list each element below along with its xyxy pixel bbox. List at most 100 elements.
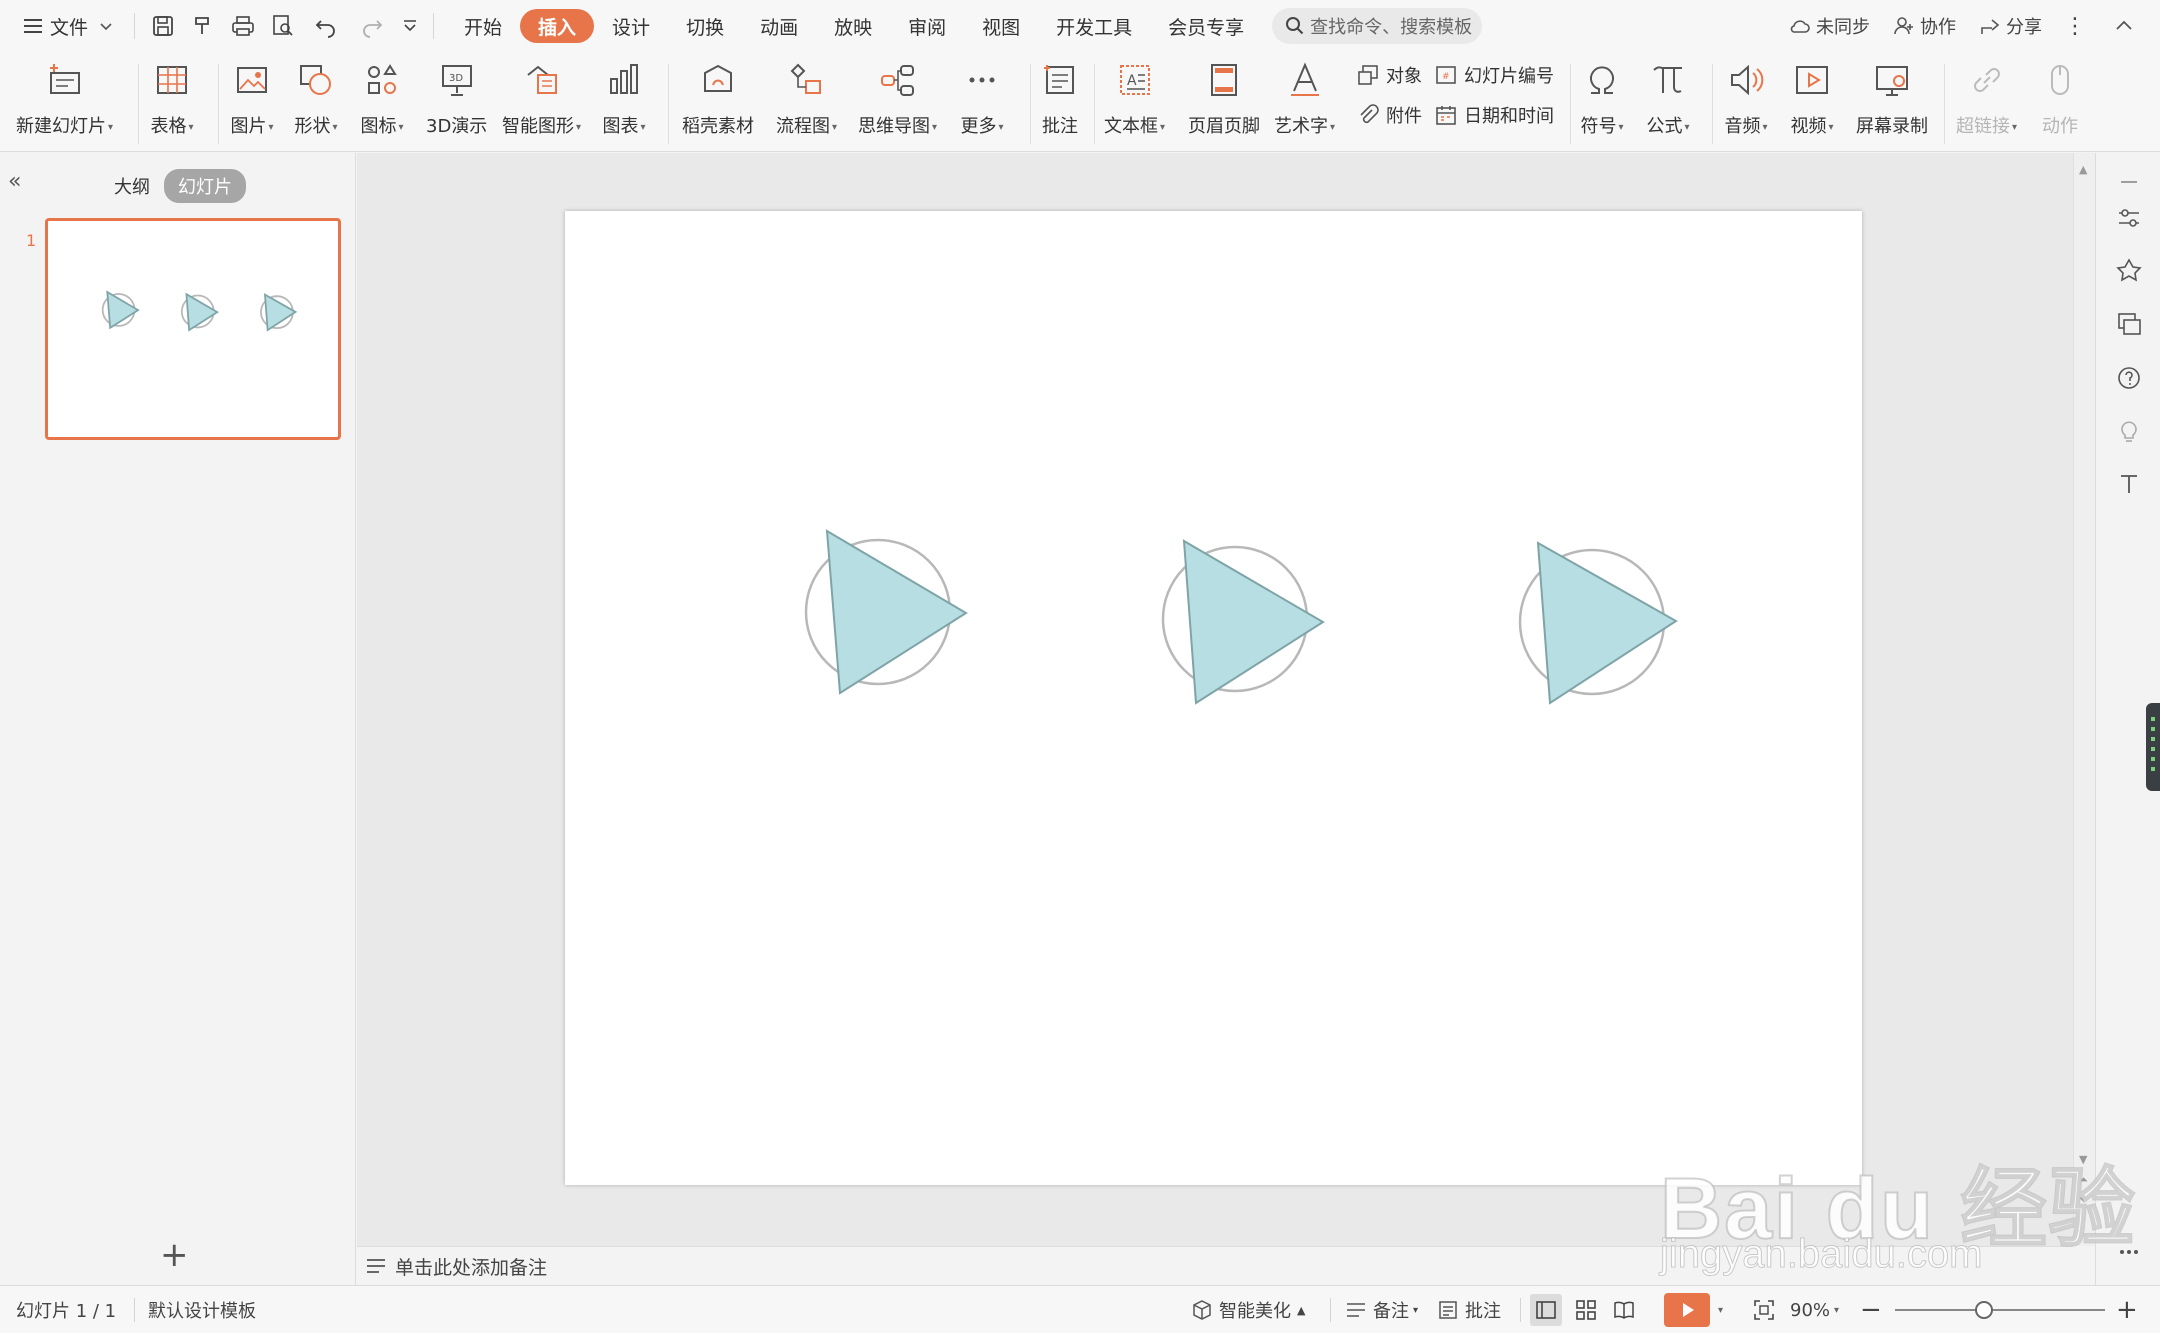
- triangle-shape[interactable]: [825, 529, 968, 695]
- cube-icon: [1193, 1300, 1211, 1320]
- print-preview-icon[interactable]: [263, 6, 303, 46]
- paperclip-icon: [1360, 104, 1379, 124]
- attachment-button[interactable]: 附件: [1356, 102, 1422, 128]
- undo-icon[interactable]: [303, 6, 349, 46]
- zoom-slider-handle[interactable]: [1975, 1301, 1993, 1319]
- pin-icon[interactable]: [2114, 256, 2144, 286]
- print-icon[interactable]: [223, 6, 263, 46]
- search-input[interactable]: 查找命令、搜索模板: [1272, 8, 1483, 44]
- smart-graphic-label: 智能图形: [502, 116, 574, 137]
- more-button[interactable]: 更多 ▾: [960, 58, 1004, 138]
- triangle-shape[interactable]: [1536, 541, 1678, 705]
- tab-outline[interactable]: 大纲: [100, 169, 164, 203]
- date-time-button[interactable]: 日期和时间: [1434, 102, 1554, 128]
- header-footer-button[interactable]: 页眉页脚: [1188, 58, 1260, 138]
- normal-view-button[interactable]: [1530, 1286, 1562, 1333]
- collab-button[interactable]: 协作: [1892, 13, 1956, 39]
- chart-button[interactable]: 图表 ▾: [602, 58, 646, 138]
- comment-button[interactable]: 批注: [1038, 58, 1082, 138]
- object-button[interactable]: 对象: [1356, 62, 1422, 88]
- daoke-button[interactable]: 稻壳素材: [682, 58, 754, 138]
- flowchart-button[interactable]: 流程图 ▾: [776, 58, 837, 138]
- zoom-out-button[interactable]: −: [1860, 1286, 1882, 1333]
- hyperlink-button[interactable]: 超链接 ▾: [1956, 58, 2017, 138]
- user-icon: [1894, 17, 1913, 35]
- slide-thumbnail-preview: [101, 290, 298, 332]
- tab-member[interactable]: 会员专享: [1150, 9, 1262, 43]
- file-menu[interactable]: 文件: [10, 6, 126, 46]
- formula-button[interactable]: 公式 ▾: [1646, 58, 1690, 138]
- notes-toggle-button[interactable]: 备注 ▾: [1344, 1286, 1418, 1333]
- action-button[interactable]: 动作: [2038, 58, 2082, 138]
- play-slideshow-button[interactable]: ▾: [1664, 1286, 1723, 1333]
- tab-review[interactable]: 审阅: [890, 9, 964, 43]
- tab-transition[interactable]: 切换: [668, 9, 742, 43]
- wordart-button[interactable]: 艺术字 ▾: [1274, 58, 1335, 138]
- tab-developer[interactable]: 开发工具: [1038, 9, 1150, 43]
- share-button[interactable]: 分享: [1978, 13, 2042, 39]
- shape-group-3[interactable]: [1518, 541, 1678, 705]
- sync-status[interactable]: 未同步: [1788, 13, 1870, 39]
- zoom-in-button[interactable]: +: [2116, 1286, 2138, 1333]
- shape-group-2[interactable]: [1161, 539, 1325, 705]
- 3d-demo-button[interactable]: 3D 3D演示: [426, 58, 487, 138]
- redo-icon[interactable]: [349, 6, 395, 46]
- table-button[interactable]: 表格 ▾: [150, 58, 194, 138]
- symbol-button[interactable]: 符号 ▾: [1580, 58, 1624, 138]
- zoom-level-dropdown[interactable]: 90% ▾: [1790, 1286, 1839, 1333]
- new-slide-button[interactable]: 新建幻灯片 ▾: [16, 58, 113, 138]
- side-collapse-tab[interactable]: [2146, 703, 2160, 791]
- comments-toggle-button[interactable]: 批注: [1436, 1286, 1501, 1333]
- slide-transform-icon[interactable]: [2114, 309, 2144, 339]
- triangle-shape[interactable]: [1182, 539, 1325, 705]
- wordart-label: 艺术字: [1274, 116, 1328, 137]
- property-icon[interactable]: [2114, 203, 2144, 233]
- watermark-url: jingyan.baidu.com: [1659, 1232, 1983, 1277]
- divider: [1330, 1298, 1331, 1322]
- picture-label: 图片: [230, 116, 267, 137]
- collapse-icon[interactable]: [2114, 167, 2144, 197]
- tab-home[interactable]: 开始: [446, 9, 520, 43]
- tab-slideshow[interactable]: 放映: [816, 9, 890, 43]
- shape-button[interactable]: 形状 ▾: [294, 58, 338, 138]
- template-name[interactable]: 默认设计模板: [148, 1286, 256, 1333]
- divider: [1520, 1298, 1521, 1322]
- tab-insert[interactable]: 插入: [520, 9, 595, 43]
- collapse-panel-icon[interactable]: «: [8, 169, 21, 194]
- tab-design[interactable]: 设计: [594, 9, 668, 43]
- scroll-up-icon[interactable]: ▲: [2079, 163, 2087, 176]
- reading-view-button[interactable]: [1612, 1286, 1641, 1333]
- slide-canvas[interactable]: [565, 211, 1862, 1185]
- smart-graphic-button[interactable]: 智能图形 ▾: [502, 58, 581, 138]
- tab-view[interactable]: 视图: [964, 9, 1038, 43]
- tab-slides[interactable]: 幻灯片: [164, 169, 246, 203]
- screen-record-button[interactable]: 屏幕录制: [1856, 58, 1928, 138]
- add-slide-button[interactable]: +: [160, 1238, 189, 1272]
- tab-animation[interactable]: 动画: [742, 9, 816, 43]
- ribbon-insert: 新建幻灯片 ▾ 表格 ▾ 图片 ▾ 形状 ▾ 图标 ▾ 3D 3D演示 智能图形 ▾ 图表 ▾…: [0, 52, 2160, 152]
- quick-access-dropdown-icon[interactable]: [395, 6, 425, 46]
- collapse-ribbon-icon[interactable]: [2112, 14, 2140, 38]
- lightbulb-icon[interactable]: [2114, 415, 2144, 445]
- shape-group-1[interactable]: [804, 529, 968, 695]
- audio-button[interactable]: 音频 ▾: [1724, 58, 1768, 138]
- zoom-slider-track[interactable]: [1895, 1309, 2105, 1311]
- text-style-icon[interactable]: [2114, 469, 2144, 499]
- icon-button[interactable]: 图标 ▾: [360, 58, 404, 138]
- more-options-icon[interactable]: ⋮: [2064, 14, 2086, 39]
- slide-thumbnail[interactable]: [45, 218, 341, 440]
- slide-number-button[interactable]: # 幻灯片编号: [1434, 62, 1554, 88]
- fit-window-button[interactable]: [1752, 1286, 1781, 1333]
- help-icon[interactable]: [2114, 363, 2144, 393]
- save-icon[interactable]: [143, 6, 183, 46]
- slide-sorter-button[interactable]: [1574, 1286, 1603, 1333]
- mindmap-button[interactable]: 思维导图 ▾: [858, 58, 937, 138]
- format-painter-icon[interactable]: [183, 6, 223, 46]
- video-button[interactable]: 视频 ▾: [1790, 58, 1834, 138]
- smart-beautify-button[interactable]: 智能美化 ▲: [1190, 1286, 1305, 1333]
- textbox-button[interactable]: A 文本框 ▾: [1104, 58, 1165, 138]
- shape-icon: [294, 58, 338, 102]
- picture-button[interactable]: 图片 ▾: [230, 58, 274, 138]
- slide-thumbnail-number: 1: [26, 231, 37, 250]
- vertical-scrollbar[interactable]: ▲ ▼ ⏶ ⏷: [2073, 153, 2095, 1246]
